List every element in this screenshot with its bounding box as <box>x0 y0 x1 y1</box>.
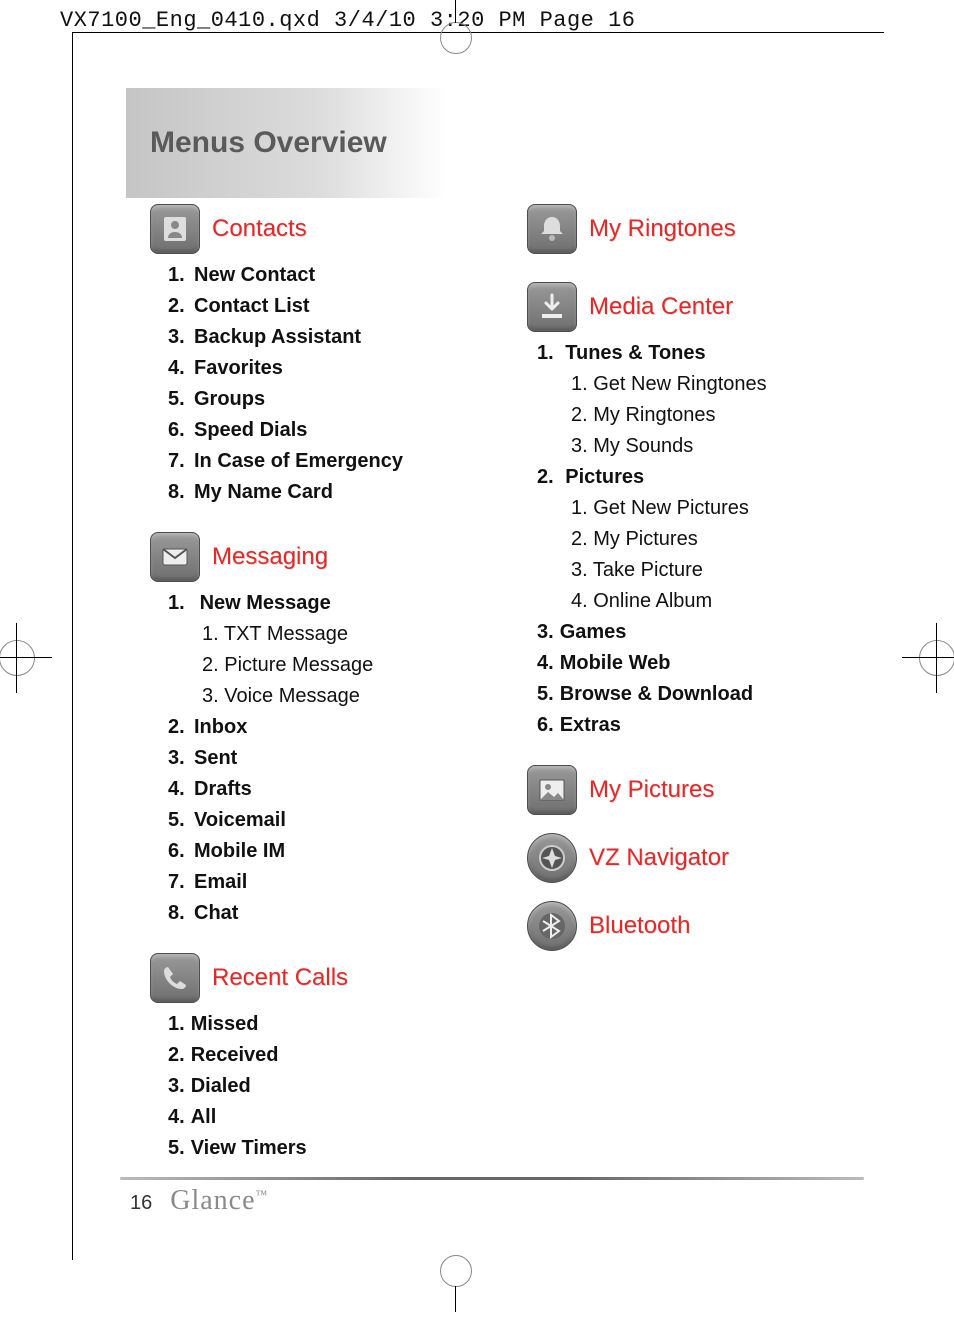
phone-icon <box>150 953 200 1003</box>
footer-rule <box>120 1177 864 1180</box>
messaging-list: New Message TXT Message Picture Message … <box>150 588 487 929</box>
registration-mark-right <box>919 640 954 676</box>
brand-tm: ™ <box>256 1188 269 1202</box>
list-item: View Timers <box>168 1133 487 1164</box>
list-item: In Case of Emergency <box>168 446 487 477</box>
list-item-label: New Message <box>200 592 331 614</box>
content-area: Contacts New Contact Contact List Backup… <box>150 200 864 1195</box>
list-item: Inbox <box>168 712 487 743</box>
list-item: Dialed <box>168 1071 487 1102</box>
list-item: New Contact <box>168 260 487 291</box>
compass-icon <box>527 833 577 883</box>
media-center-header: Media Center <box>527 282 864 332</box>
list-item-label: Tunes & Tones <box>565 342 705 364</box>
list-item: Backup Assistant <box>168 322 487 353</box>
contacts-list: New Contact Contact List Backup Assistan… <box>150 260 487 508</box>
list-item: Mobile Web <box>537 648 864 679</box>
sub-list-item: My Ringtones <box>571 400 864 431</box>
sub-list-item: Get New Ringtones <box>571 369 864 400</box>
list-item: Pictures Get New Pictures My Pictures Ta… <box>537 462 864 617</box>
list-item: Favorites <box>168 353 487 384</box>
my-ringtones-title: My Ringtones <box>589 215 736 243</box>
sub-list-item: TXT Message <box>202 619 487 650</box>
list-item: Browse & Download <box>537 679 864 710</box>
vz-navigator-title: VZ Navigator <box>589 844 729 872</box>
my-pictures-title: My Pictures <box>589 776 714 804</box>
list-item: Contact List <box>168 291 487 322</box>
sub-list-item: Online Album <box>571 586 864 617</box>
contacts-title: Contacts <box>212 215 307 243</box>
list-item: Mobile IM <box>168 836 487 867</box>
sub-list-item: Get New Pictures <box>571 493 864 524</box>
sub-list-item: My Sounds <box>571 431 864 462</box>
media-sub-list: Get New Ringtones My Ringtones My Sounds <box>537 369 864 462</box>
my-pictures-header: My Pictures <box>527 765 864 815</box>
messaging-header: Messaging <box>150 532 487 582</box>
my-ringtones-header: My Ringtones <box>527 204 864 254</box>
sub-list-item: Take Picture <box>571 555 864 586</box>
list-item: Received <box>168 1040 487 1071</box>
contacts-icon <box>150 204 200 254</box>
sub-list-item: Voice Message <box>202 681 487 712</box>
recent-calls-header: Recent Calls <box>150 953 487 1003</box>
crop-mark-top <box>72 32 884 33</box>
vz-navigator-header: VZ Navigator <box>527 833 864 883</box>
sub-list-item: Picture Message <box>202 650 487 681</box>
page-title: Menus Overview <box>150 126 387 160</box>
crop-mark-left <box>72 32 73 1260</box>
brand-logo: Glance™ <box>170 1185 268 1217</box>
page-title-block: Menus Overview <box>126 88 447 198</box>
list-item: Missed <box>168 1009 487 1040</box>
list-item-label: Pictures <box>565 466 644 488</box>
list-item: All <box>168 1102 487 1133</box>
media-center-list: Tunes & Tones Get New Ringtones My Ringt… <box>527 338 864 741</box>
recent-calls-title: Recent Calls <box>212 964 348 992</box>
bell-icon <box>527 204 577 254</box>
right-column: My Ringtones Media Center Tunes & Tones … <box>527 200 864 1195</box>
list-item: Voicemail <box>168 805 487 836</box>
bluetooth-icon <box>527 901 577 951</box>
list-item: Extras <box>537 710 864 741</box>
recent-calls-list: Missed Received Dialed All View Timers <box>150 1009 487 1164</box>
list-item: Drafts <box>168 774 487 805</box>
bluetooth-title: Bluetooth <box>589 912 690 940</box>
messaging-sub-list: TXT Message Picture Message Voice Messag… <box>168 619 487 712</box>
contacts-header: Contacts <box>150 204 487 254</box>
registration-mark-left <box>0 640 35 676</box>
list-item: Groups <box>168 384 487 415</box>
list-item: New Message TXT Message Picture Message … <box>168 588 487 712</box>
list-item: Email <box>168 867 487 898</box>
messaging-title: Messaging <box>212 543 328 571</box>
list-item: Tunes & Tones Get New Ringtones My Ringt… <box>537 338 864 462</box>
list-item: Chat <box>168 898 487 929</box>
footer: 16 Glance™ <box>130 1185 268 1217</box>
media-center-title: Media Center <box>589 293 733 321</box>
list-item: Speed Dials <box>168 415 487 446</box>
sub-list-item: My Pictures <box>571 524 864 555</box>
registration-mark-bottom <box>440 1255 472 1287</box>
media-sub-list: Get New Pictures My Pictures Take Pictur… <box>537 493 864 617</box>
list-item: Sent <box>168 743 487 774</box>
left-column: Contacts New Contact Contact List Backup… <box>150 200 487 1195</box>
list-item: Games <box>537 617 864 648</box>
download-icon <box>527 282 577 332</box>
list-item: My Name Card <box>168 477 487 508</box>
picture-icon <box>527 765 577 815</box>
bluetooth-header: Bluetooth <box>527 901 864 951</box>
page-number: 16 <box>130 1192 152 1215</box>
messaging-icon <box>150 532 200 582</box>
registration-mark-top <box>440 22 472 54</box>
brand-text: Glance <box>170 1185 255 1216</box>
